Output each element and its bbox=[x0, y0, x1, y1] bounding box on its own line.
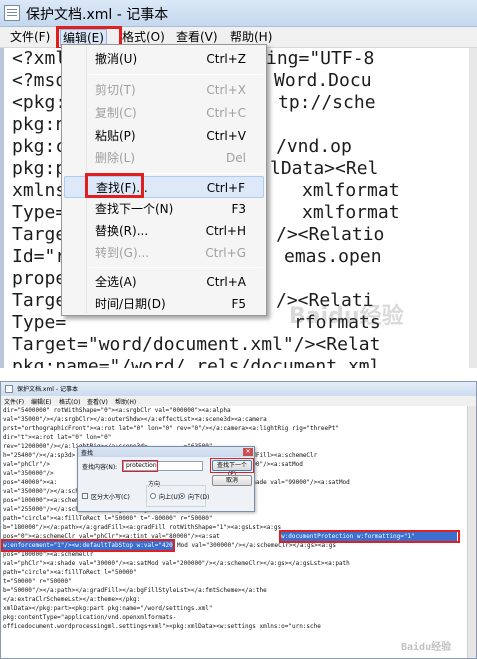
notepad-icon bbox=[4, 5, 20, 21]
menu-item-paste[interactable]: 粘贴(P) Ctrl+V bbox=[64, 125, 264, 147]
text-line: b="180000"/></a:path></a:gradFill><a:gra… bbox=[3, 524, 282, 531]
title-bar: 保护文档.xml - 记事本 bbox=[1, 382, 476, 396]
text-line: <?xml bbox=[12, 48, 67, 69]
text-line: pkg:c bbox=[12, 136, 67, 157]
menu-separator bbox=[89, 267, 263, 268]
text-line: Id="r bbox=[12, 246, 67, 267]
text-line: xmlData></pkg:part><pkg:part pkg:name="/… bbox=[3, 605, 213, 612]
text-line: prst="orthographicFront"><a:rot lat="0" … bbox=[3, 425, 339, 432]
text-line: pkg:n bbox=[12, 114, 67, 135]
search-result-selection[interactable]: w:documentProtection w:formatting="1" bbox=[281, 532, 457, 541]
zoomed-notepad-view: 保护文档.xml - 记事本 文件(F) 编辑(E) 格式(O) 查看(V) 帮… bbox=[0, 0, 477, 368]
text-line: val="35000"/></a:srgbClr></a:outerShdw><… bbox=[3, 416, 267, 423]
menu-file[interactable]: 文件(F) bbox=[4, 397, 24, 406]
vertical-scrollbar[interactable] bbox=[469, 48, 477, 368]
text-line: Type= bbox=[12, 202, 67, 223]
text-line: Target="word/document.xml"/><Relat bbox=[12, 334, 381, 355]
menu-format[interactable]: 格式(O) bbox=[59, 397, 80, 406]
dialog-title-bar: 查找 ✕ bbox=[78, 447, 254, 457]
menu-item-cut[interactable]: 剪切(T) Ctrl+X bbox=[64, 79, 264, 101]
text-line: b="50000"/></a:path></a:gradFill></a:bgF… bbox=[3, 587, 267, 594]
menu-item-time-date[interactable]: 时间/日期(D) F5 bbox=[64, 293, 264, 315]
cancel-button[interactable]: 取消 bbox=[212, 475, 252, 486]
text-line: officedocument.wordprocessingml.settings… bbox=[3, 623, 321, 630]
match-case-checkbox[interactable] bbox=[82, 493, 88, 499]
menu-item-find[interactable]: 查找(F)... Ctrl+F bbox=[64, 176, 264, 198]
text-line-right: emas.open bbox=[284, 246, 382, 267]
direction-group: 向上(U) 向下(D) bbox=[146, 485, 210, 507]
menu-item-select-all[interactable]: 全选(A) Ctrl+A bbox=[64, 271, 264, 293]
notepad-icon bbox=[5, 385, 13, 393]
text-line: t="50000" r="50000" bbox=[3, 578, 72, 585]
menu-view[interactable]: 查看(V) bbox=[87, 397, 108, 406]
text-line: pos="100000"><a:schemeClr bbox=[3, 551, 94, 558]
edit-menu-dropdown: 撤消(U) Ctrl+Z 剪切(T) Ctrl+X 复制(C) Ctrl+C 粘… bbox=[61, 44, 267, 316]
text-line: prope bbox=[12, 268, 67, 289]
find-label: 查找内容(N): bbox=[82, 464, 118, 471]
find-next-button[interactable]: 查找下一个(F) bbox=[212, 460, 252, 478]
text-line: Mod val="300000"/></a:schemeClr></a:gs><… bbox=[177, 542, 336, 549]
menu-edit[interactable]: 编辑(E) bbox=[31, 397, 51, 406]
text-line: pos="0"><a:schemeClr val="phClr"><a:tint… bbox=[3, 533, 220, 540]
menu-item-delete[interactable]: 删除(L) Del bbox=[64, 147, 264, 169]
text-line-right: xmlformat bbox=[302, 180, 400, 201]
menu-item-replace[interactable]: 替换(R)... Ctrl+H bbox=[64, 220, 264, 242]
text-line-right: Word.Docu bbox=[274, 70, 372, 91]
menu-separator bbox=[89, 173, 263, 174]
dialog-title: 查找 bbox=[81, 450, 94, 457]
find-input[interactable]: protection bbox=[123, 461, 203, 471]
text-line: </a:extraClrSchemeLst></a:theme></pkg: bbox=[3, 596, 141, 603]
text-line: <?mso bbox=[12, 70, 67, 91]
full-notepad-view: 保护文档.xml - 记事本 文件(F) 编辑(E) 格式(O) 查看(V) 帮… bbox=[0, 381, 477, 659]
text-line: Type= bbox=[12, 312, 67, 333]
window-title: 保护文档.xml - 记事本 bbox=[26, 7, 169, 23]
menu-item-goto[interactable]: 转到(G)... Ctrl+G bbox=[64, 242, 264, 264]
text-line: path="circle"><a:fillToRect l="50000" bbox=[3, 569, 137, 576]
menu-item-copy[interactable]: 复制(C) Ctrl+C bbox=[64, 102, 264, 124]
text-line: <pkg: bbox=[12, 92, 67, 113]
up-label: 向上(U) bbox=[159, 494, 181, 501]
text-line: Targe bbox=[12, 224, 67, 245]
text-line: xmlns bbox=[12, 180, 67, 201]
text-line: val="phClr"><a:shade val="30000"/><a:sat… bbox=[3, 560, 350, 567]
close-icon[interactable]: ✕ bbox=[243, 448, 253, 456]
search-result-selection-cont[interactable]: w:enforcement="1"/><w:defaultTabStop w:v… bbox=[3, 541, 184, 550]
text-line: pkg:name="/word/_rels/document.xml. bbox=[12, 356, 392, 368]
title-bar: 保护文档.xml - 记事本 bbox=[0, 0, 477, 27]
text-line: pkg:contentType="application/vnd.openxml… bbox=[3, 614, 177, 621]
menu-file[interactable]: 文件(F) bbox=[8, 29, 52, 46]
text-line-right: lData><Rel bbox=[270, 158, 379, 179]
radio-down[interactable] bbox=[179, 493, 185, 499]
match-case-label: 区分大小写(C) bbox=[91, 494, 130, 501]
menu-help[interactable]: 帮助(H) bbox=[115, 397, 136, 406]
text-line: path="circle"><a:fillToRect l="50000" t=… bbox=[3, 515, 213, 522]
menu-separator bbox=[89, 74, 263, 75]
down-label: 向下(D) bbox=[188, 494, 210, 501]
vertical-scrollbar[interactable] bbox=[467, 406, 476, 658]
text-line-right: xmlformat bbox=[302, 202, 400, 223]
text-line-right: ing="UTF-8 bbox=[266, 48, 375, 69]
text-line-right: /vnd.op bbox=[276, 136, 352, 157]
menu-bar: 文件(F) 编辑(E) 格式(O) 查看(V) 帮助(H) bbox=[1, 396, 476, 406]
watermark: Baidu经验 bbox=[401, 642, 452, 653]
menu-item-undo[interactable]: 撤消(U) Ctrl+Z bbox=[64, 48, 264, 70]
text-line: dir="5400000" rotWithShape="0"><a:srgbCl… bbox=[3, 407, 231, 414]
text-line: pkg:p bbox=[12, 158, 67, 179]
find-dialog: 查找 ✕ 查找内容(N): protection 查找下一个(F) 取消 方向 … bbox=[77, 446, 255, 512]
menu-item-find-next[interactable]: 查找下一个(N) F3 bbox=[64, 198, 264, 220]
radio-up[interactable] bbox=[150, 493, 156, 499]
watermark: Baidu经验 bbox=[289, 304, 404, 329]
text-line-right: /><Relatio bbox=[276, 224, 385, 245]
text-editor[interactable]: dir="5400000" rotWithShape="0"><a:srgbCl… bbox=[1, 406, 467, 658]
text-line: dir="t"><a:rot lat="0" lon="0" bbox=[3, 434, 112, 441]
text-line-right: tp://sche bbox=[278, 92, 376, 113]
window-title: 保护文档.xml - 记事本 bbox=[17, 386, 78, 393]
text-line: Targe bbox=[12, 290, 67, 311]
